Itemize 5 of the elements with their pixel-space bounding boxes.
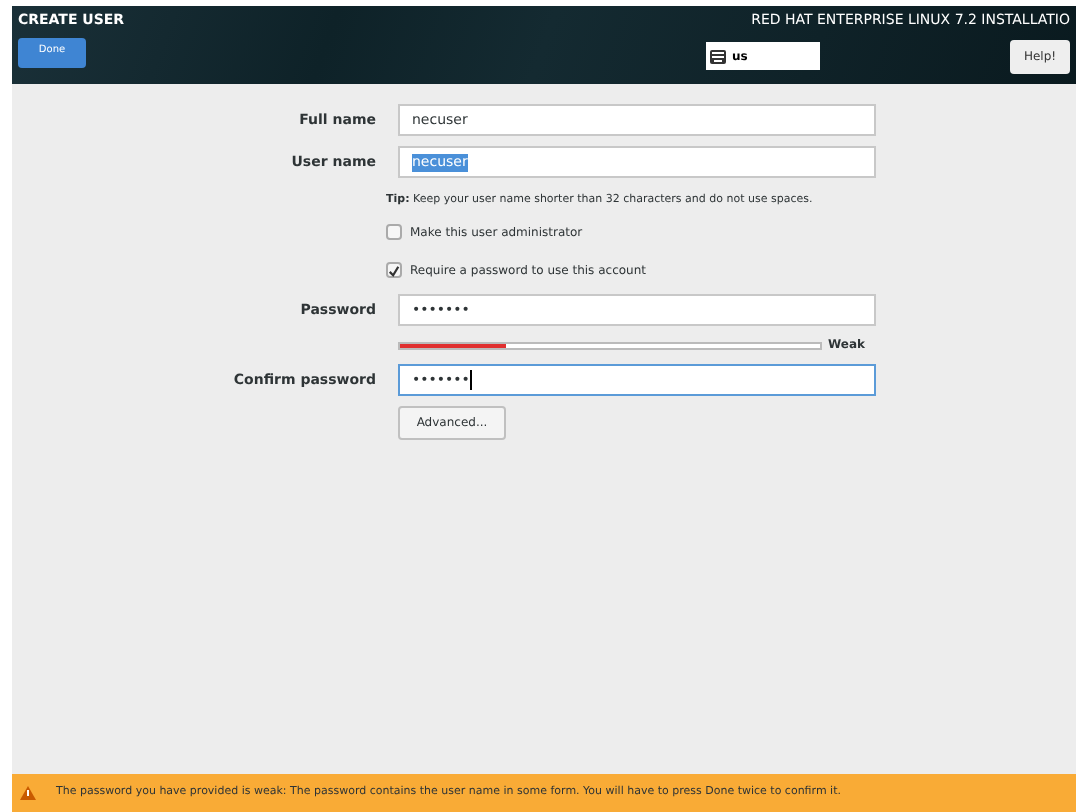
- check-icon: [388, 263, 400, 278]
- keyboard-icon: [710, 49, 726, 63]
- checkbox[interactable]: [386, 224, 402, 241]
- checkbox[interactable]: [386, 262, 402, 279]
- warning-icon: [20, 786, 36, 800]
